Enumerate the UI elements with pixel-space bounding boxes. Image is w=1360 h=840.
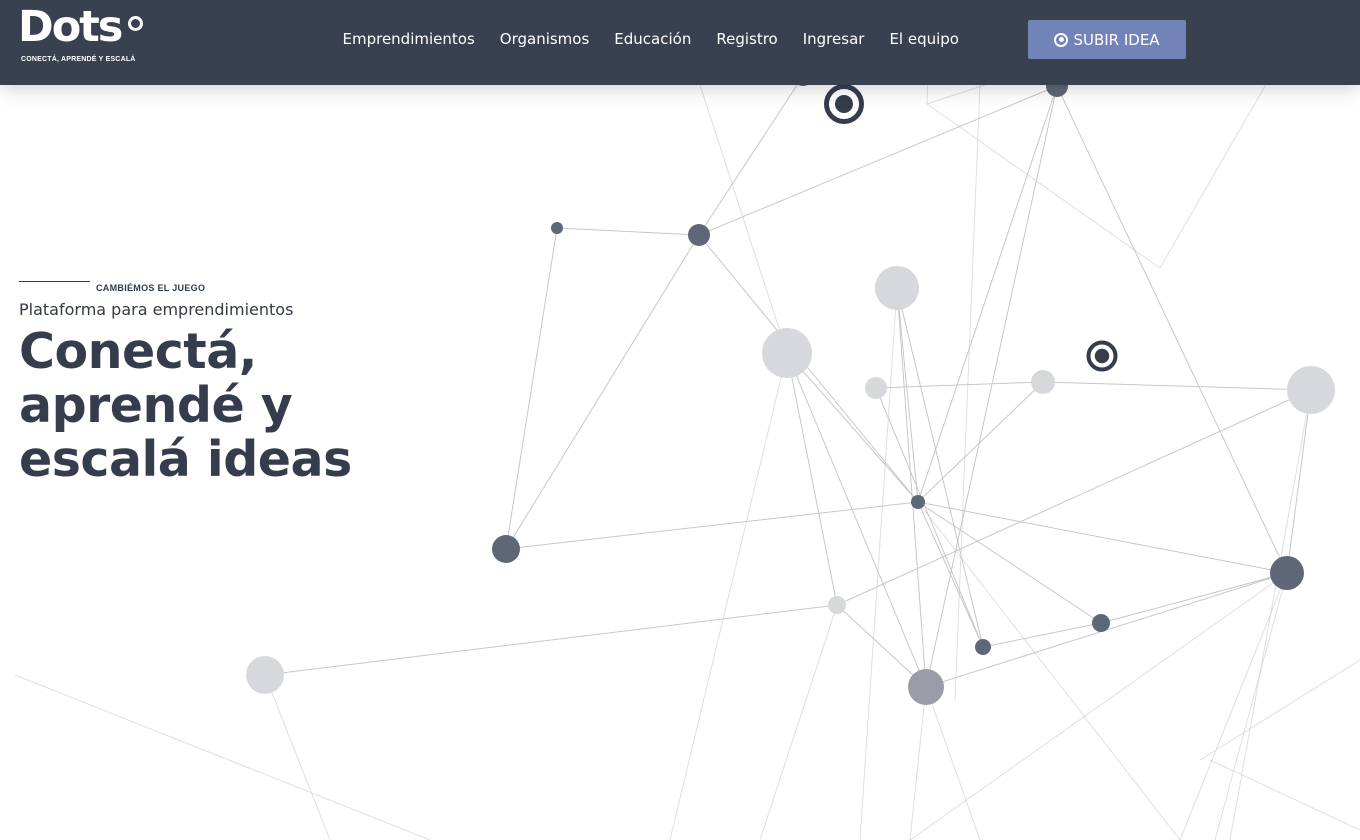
nav-el-equipo[interactable]: El equipo [889,30,959,48]
network-edge [1042,381,1312,391]
network-node [492,535,520,563]
network-edge [1286,389,1312,574]
nav-educacion[interactable]: Educación [614,30,691,48]
network-edge [917,381,1044,503]
network-node [1287,366,1335,414]
nav-ingresar[interactable]: Ingresar [803,30,865,48]
eyebrow-rule [19,281,90,282]
nav-emprendimientos[interactable]: Emprendimientos [343,30,475,48]
network-node [688,224,710,246]
network-edge [1209,759,1360,831]
main-nav: Emprendimientos Organismos Educación Reg… [330,0,971,78]
network-edge [909,572,1288,840]
target-icon [1054,32,1069,47]
network-edge [786,352,838,606]
network-node [828,596,846,614]
network-edge [875,381,1044,389]
network-edge [786,352,919,503]
network-node [551,222,563,234]
headline-line-2: aprendé y [19,377,293,434]
network-edge [917,85,1058,503]
logo-wordmark: Dots [18,2,123,52]
nav-registro[interactable]: Registro [716,30,777,48]
network-node [246,656,284,694]
hero-subtitle: Plataforma para emprendimientos [19,300,294,319]
network-node [975,639,991,655]
logo-tagline: CONECTÁ, APRENDÉ Y ESCALÁ [21,56,136,63]
logo-ring-icon [128,16,143,31]
network-edge [954,84,981,701]
network-node [1031,370,1055,394]
network-edge [836,389,1312,606]
network-edge [925,686,981,840]
network-edge [896,287,919,503]
network-node [911,495,925,509]
network-edge [917,501,1181,840]
network-node [1270,556,1304,590]
network-edge [264,604,838,676]
network-edge [699,84,788,354]
network-node [1092,614,1110,632]
network-node [908,669,944,705]
network-edge [698,85,1058,236]
hero-section: CAMBIÉMOS EL JUEGO Plataforma para empre… [19,275,352,487]
network-edge [1199,659,1360,761]
network-edge [14,674,431,840]
headline-line-1: Conectá, [19,323,257,380]
headline-line-3: escalá ideas [19,431,352,488]
network-node [865,377,887,399]
network-edge [505,234,700,550]
network-edge [1214,572,1288,840]
network-edge [669,352,788,840]
network-edge [1100,572,1288,624]
target-ring-icon [1086,340,1118,372]
network-edge [264,674,331,840]
network-edge [759,604,838,840]
network-edge [505,227,558,550]
network-edge [926,103,1161,269]
network-edge [505,501,919,550]
network-edge [926,84,986,105]
network-edge [556,227,700,236]
dots-logo[interactable]: Dots CONECTÁ, APRENDÉ Y ESCALÁ [18,6,148,68]
network-node [875,266,919,310]
network-edge [1159,59,1281,269]
network-node [762,328,812,378]
nav-organismos[interactable]: Organismos [500,30,590,48]
network-edge [836,604,927,688]
network-edge [1229,389,1312,840]
target-ring-icon [824,84,864,124]
hero-headline: Conectá, aprendé y escalá ideas [19,325,439,487]
subir-idea-button[interactable]: SUBIR IDEA [1028,20,1186,59]
top-navigation-bar: Dots CONECTÁ, APRENDÉ Y ESCALÁ Emprendim… [0,0,1360,85]
network-edge [1056,85,1288,574]
eyebrow-text: CAMBIÉMOS EL JUEGO [96,283,206,293]
network-edge [917,501,1288,574]
network-edge [859,287,898,840]
network-edge [909,686,927,840]
network-edge [982,622,1102,648]
subir-idea-label: SUBIR IDEA [1073,30,1160,49]
network-edge [698,75,804,236]
